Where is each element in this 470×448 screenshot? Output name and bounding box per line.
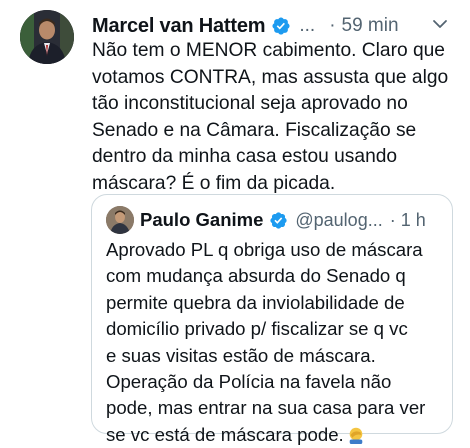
tweet-header: Marcel van Hattem ... · 59 min [92, 12, 399, 40]
separator-dot: · [389, 209, 396, 230]
quoted-tweet[interactable]: Paulo Ganime @paulog... · 1 h Aprovado P… [91, 194, 453, 445]
quoted-tweet-header: Paulo Ganime @paulog... · 1 h [140, 206, 426, 234]
separator-dot: · [329, 15, 336, 36]
tweet[interactable]: Marcel van Hattem ... · 59 min Não tem o… [0, 0, 470, 445]
quoted-author-name[interactable]: Paulo Ganime [140, 209, 263, 231]
verified-badge-icon [270, 211, 287, 229]
author-avatar[interactable] [20, 10, 74, 64]
chevron-down-icon[interactable] [431, 15, 449, 33]
author-handle[interactable]: ... [299, 15, 315, 37]
author-name[interactable]: Marcel van Hattem [92, 15, 266, 38]
quoted-tweet-timestamp[interactable]: 1 h [401, 210, 426, 231]
quoted-author-handle[interactable]: @paulog... [295, 210, 382, 231]
quoted-tweet-body: Aprovado PL q obriga uso de máscara com … [106, 239, 426, 445]
quoted-tweet-text: Aprovado PL q obriga uso de máscara com … [106, 237, 446, 448]
quoted-author-avatar[interactable] [106, 206, 134, 234]
verified-badge-icon [272, 17, 290, 35]
tweet-text: Não tem o MENOR cabimento. Claro que vot… [92, 40, 449, 194]
facepalm-emoji-icon [349, 427, 363, 444]
tweet-timestamp[interactable]: 59 min [342, 15, 399, 37]
